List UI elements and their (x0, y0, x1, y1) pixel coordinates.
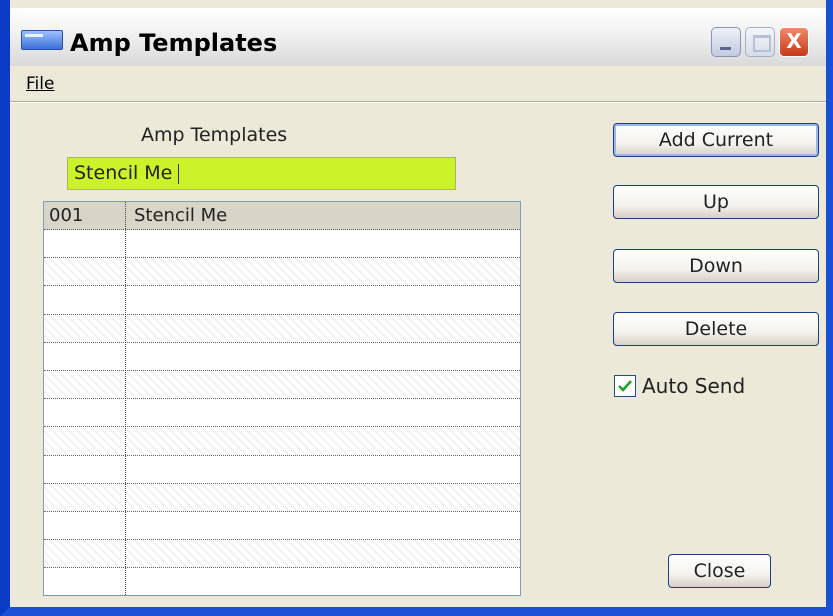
minimize-button[interactable] (711, 27, 741, 57)
template-list[interactable]: 001 Stencil Me (43, 201, 521, 596)
list-row[interactable] (44, 258, 520, 287)
menu-file-accel: F (26, 74, 35, 94)
title-bar[interactable]: Amp Templates X (10, 8, 826, 66)
list-row[interactable] (44, 399, 520, 428)
menu-bar: File (10, 66, 826, 102)
list-row[interactable] (44, 314, 520, 343)
text-caret (178, 163, 180, 184)
menu-file-rest: ile (34, 74, 55, 94)
checkmark-icon (618, 380, 632, 392)
list-row[interactable] (44, 427, 520, 456)
list-row[interactable] (44, 343, 520, 371)
menu-separator (10, 101, 826, 103)
list-row[interactable] (44, 484, 520, 512)
up-button[interactable]: Up (613, 185, 819, 219)
close-window-button[interactable]: X (779, 27, 809, 57)
add-current-button[interactable]: Add Current (613, 123, 819, 157)
row-number: 001 (49, 205, 84, 226)
row-name: Stencil Me (134, 205, 228, 226)
down-button[interactable]: Down (613, 249, 819, 283)
panel-label: Amp Templates (141, 124, 288, 146)
list-row[interactable] (44, 540, 520, 569)
app-icon (21, 30, 63, 50)
template-name-input[interactable]: Stencil Me (67, 157, 456, 190)
list-row[interactable] (44, 371, 520, 400)
close-button[interactable]: Close (668, 554, 771, 588)
auto-send-label: Auto Send (642, 374, 746, 398)
amp-templates-window: Amp Templates X File Amp Templates Stenc… (0, 0, 833, 616)
close-icon: X (786, 29, 802, 53)
maximize-button[interactable] (745, 27, 775, 57)
menu-file[interactable]: File (26, 74, 54, 94)
list-row[interactable] (44, 569, 520, 595)
auto-send-checkbox[interactable] (614, 375, 636, 397)
list-row[interactable] (44, 456, 520, 484)
list-row[interactable] (44, 287, 520, 315)
column-divider (125, 202, 126, 595)
template-name-value: Stencil Me (74, 162, 173, 184)
list-row[interactable] (44, 230, 520, 259)
list-row[interactable]: 001 Stencil Me (44, 202, 520, 230)
window-title: Amp Templates (70, 29, 278, 57)
delete-button[interactable]: Delete (613, 312, 819, 346)
list-row[interactable] (44, 512, 520, 541)
